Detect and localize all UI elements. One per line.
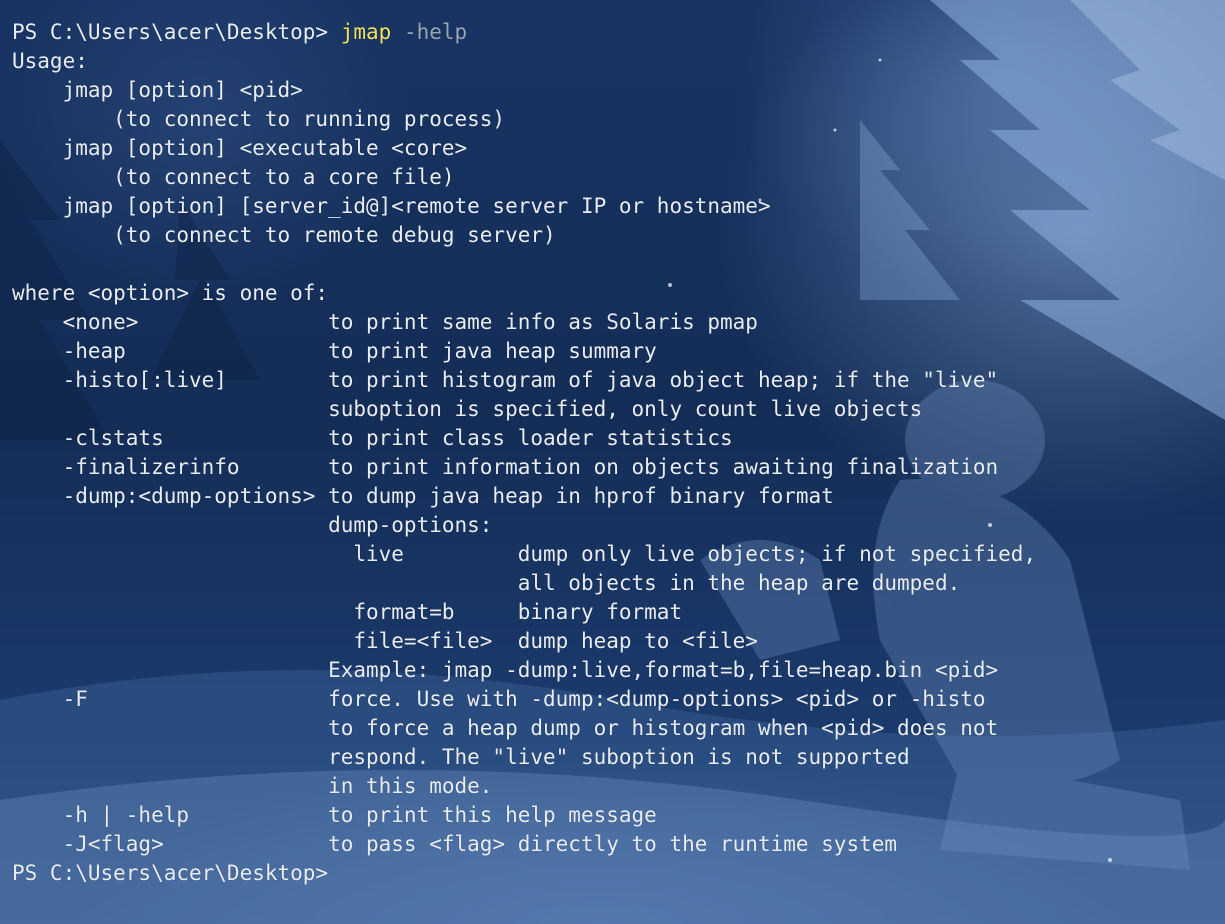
prompt: PS C:\Users\acer\Desktop> [12,20,341,44]
final-prompt-line[interactable]: PS C:\Users\acer\Desktop> [12,859,1212,888]
output-line: where <option> is one of: [12,281,329,305]
output-line: in this mode. [12,774,493,798]
output-line: (to connect to running process) [12,107,506,131]
output-line: -finalizerinfo to print information on o… [12,455,999,479]
output-line: jmap [option] [server_id@]<remote server… [12,194,771,218]
output-line: <none> to print same info as Solaris pma… [12,310,758,334]
final-prompt: PS C:\Users\acer\Desktop> [12,861,329,885]
command-argument: -help [391,20,468,44]
output-line: (to connect to remote debug server) [12,223,556,247]
output-line: jmap [option] <executable <core> [12,136,468,160]
output-line: -h | -help to print this help message [12,803,657,827]
output-line: respond. The "live" suboption is not sup… [12,745,910,769]
output-line: -heap to print java heap summary [12,339,657,363]
output-line: -J<flag> to pass <flag> directly to the … [12,832,898,856]
output-line: Example: jmap -dump:live,format=b,file=h… [12,658,999,682]
output-line: live dump only live objects; if not spec… [12,542,1037,566]
command-line: PS C:\Users\acer\Desktop> jmap -help [12,18,1212,47]
output-line: to force a heap dump or histogram when <… [12,716,999,740]
terminal-window[interactable]: PS C:\Users\acer\Desktop> jmap -help Usa… [12,18,1212,898]
output-line: format=b binary format [12,600,683,624]
output-line: jmap [option] <pid> [12,78,303,102]
output-line: -dump:<dump-options> to dump java heap i… [12,484,834,508]
output-line: suboption is specified, only count live … [12,397,923,421]
output-line: file=<file> dump heap to <file> [12,629,758,653]
command-name: jmap [340,20,392,44]
output-line: dump-options: [12,513,493,537]
output-line: all objects in the heap are dumped. [12,571,961,595]
output-line: -F force. Use with -dump:<dump-options> … [12,687,986,711]
output-line: Usage: [12,49,88,73]
output-line: -histo[:live] to print histogram of java… [12,368,999,392]
output-line: (to connect to a core file) [12,165,455,189]
output-line: -clstats to print class loader statistic… [12,426,733,450]
